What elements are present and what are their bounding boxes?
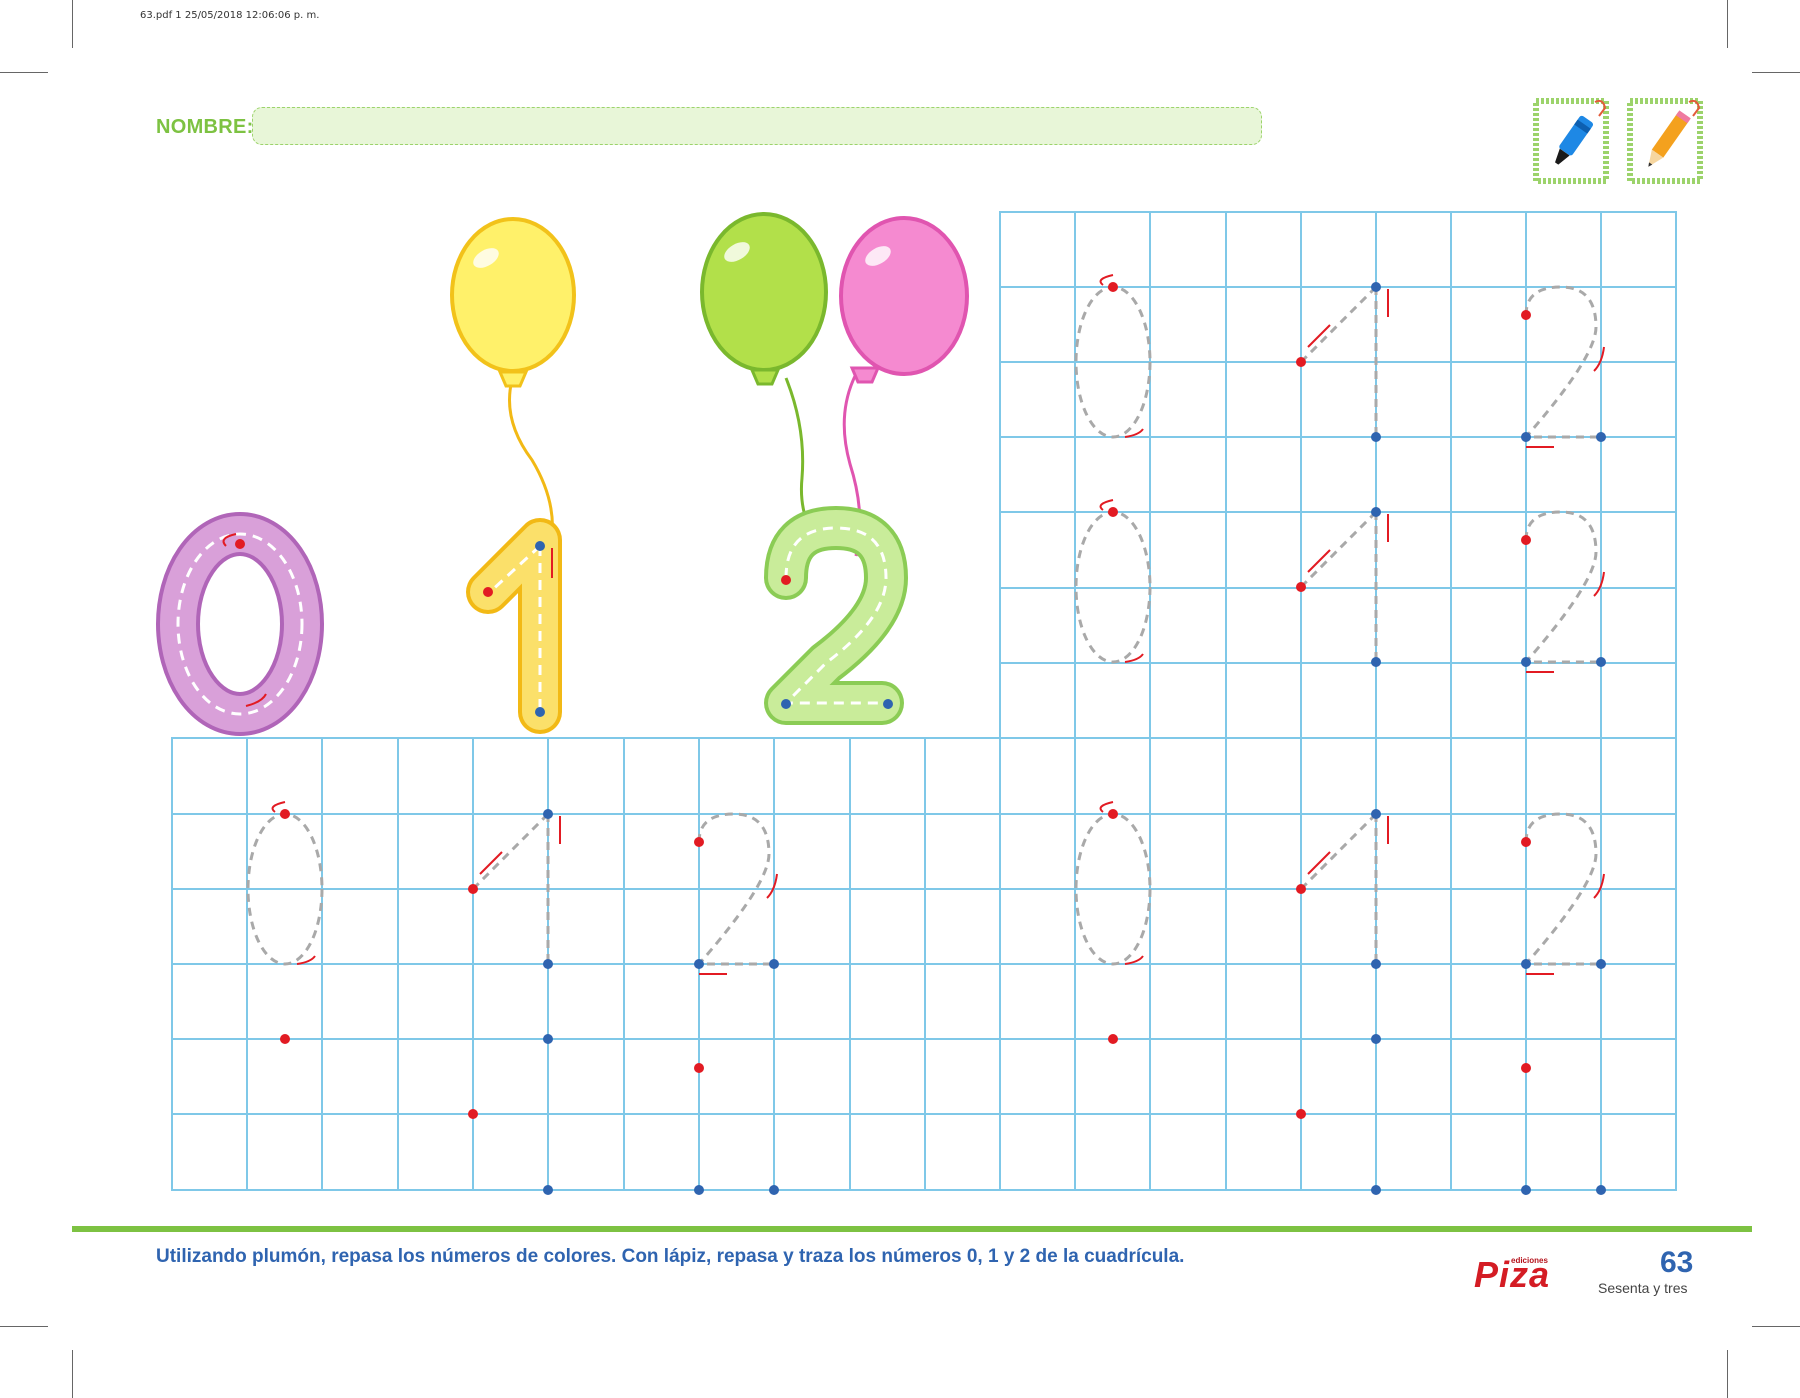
big-number-two <box>764 506 908 725</box>
big-number-zero <box>156 512 324 736</box>
instruction-text: Utilizando plumón, repasa los números de… <box>156 1246 1185 1267</box>
publisher-logo: Piza <box>1474 1254 1551 1295</box>
page-number: 63 <box>1660 1246 1694 1279</box>
pink-balloon <box>839 216 969 384</box>
yellow-balloon <box>450 217 576 388</box>
footer-divider <box>72 1226 1752 1232</box>
bottom-grid <box>171 737 1677 1191</box>
green-balloon <box>700 212 828 386</box>
page-number-words: Sesenta y tres <box>1598 1280 1688 1296</box>
big-number-one <box>466 518 562 734</box>
worksheet-canvas <box>156 211 1677 1195</box>
